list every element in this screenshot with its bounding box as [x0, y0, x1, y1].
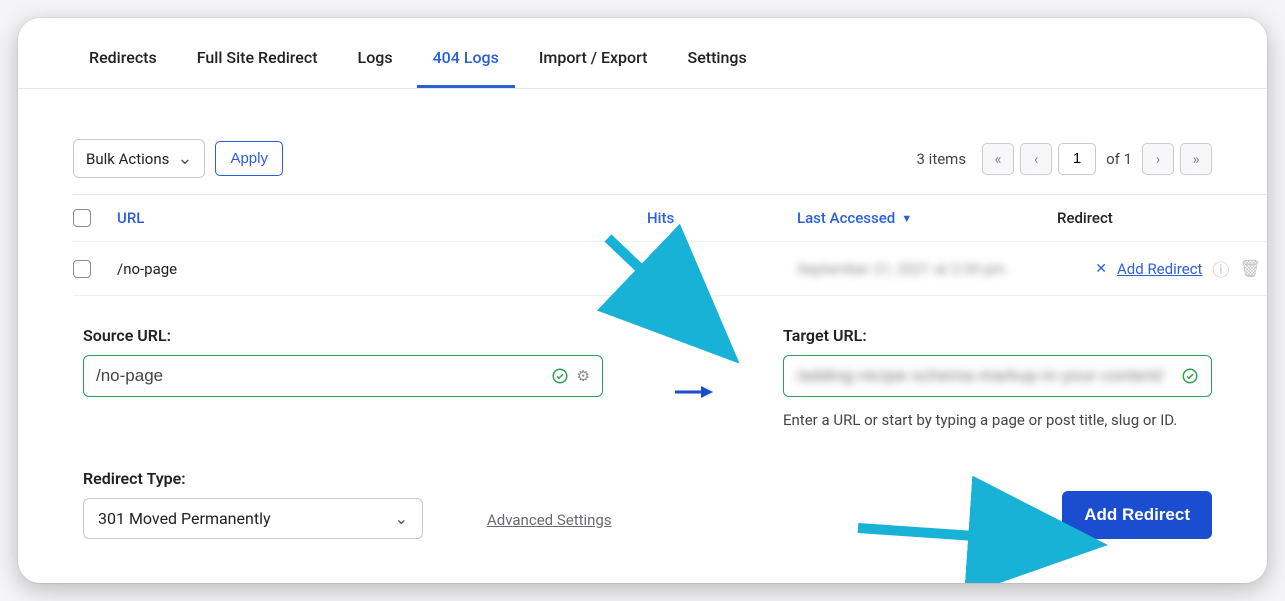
- redirect-type-group: Redirect Type: 301 Moved Permanently ⌄: [83, 469, 423, 539]
- bulk-actions-label: Bulk Actions: [86, 150, 169, 168]
- select-all-checkbox[interactable]: [73, 209, 91, 227]
- target-url-input[interactable]: [796, 366, 1181, 386]
- tab-404-logs[interactable]: 404 Logs: [417, 38, 515, 88]
- source-url-field[interactable]: ⚙: [83, 355, 603, 397]
- advanced-settings-link[interactable]: Advanced Settings: [487, 511, 612, 529]
- col-redirect: Redirect: [1057, 209, 1267, 227]
- cell-last-accessed: September 21, 2021 at 2:30 pm: [797, 260, 1057, 278]
- items-count: 3 items: [917, 150, 967, 168]
- table-header-row: URL Hits Last Accessed ▼ Redirect: [73, 195, 1267, 242]
- pager-page-input[interactable]: [1058, 143, 1096, 175]
- redirect-form: Source URL: ⚙ Target URL: Enter a URL or…: [18, 296, 1267, 449]
- tab-logs[interactable]: Logs: [342, 38, 409, 88]
- redirect-type-select[interactable]: 301 Moved Permanently ⌄: [83, 498, 423, 539]
- apply-button[interactable]: Apply: [215, 141, 283, 176]
- add-redirect-link[interactable]: Add Redirect: [1117, 260, 1202, 278]
- pager-next-button[interactable]: ›: [1142, 143, 1174, 175]
- gear-icon[interactable]: ⚙: [577, 367, 590, 385]
- bulk-actions-select[interactable]: Bulk Actions ⌄: [73, 139, 205, 178]
- pager: « ‹ of 1 › »: [982, 143, 1212, 175]
- toolbar-left: Bulk Actions ⌄ Apply: [73, 139, 283, 178]
- source-url-input[interactable]: [96, 366, 551, 386]
- check-circle-icon: [551, 367, 569, 385]
- cell-redirect-actions: ✕ Add Redirect ⓘ 🗑: [1057, 256, 1267, 281]
- add-redirect-button[interactable]: Add Redirect: [1062, 491, 1212, 539]
- redirect-type-label: Redirect Type:: [83, 469, 423, 488]
- info-icon[interactable]: ⓘ: [1212, 256, 1229, 281]
- source-url-group: Source URL: ⚙: [83, 326, 603, 397]
- tab-settings[interactable]: Settings: [672, 38, 763, 88]
- pager-prev-button[interactable]: ‹: [1020, 143, 1052, 175]
- cell-url: /no-page: [117, 260, 647, 278]
- col-hits[interactable]: Hits: [647, 209, 797, 227]
- redirect-type-row: Redirect Type: 301 Moved Permanently ⌄ A…: [18, 449, 1267, 559]
- redirect-type-value: 301 Moved Permanently: [98, 509, 271, 528]
- app-window: Redirects Full Site Redirect Logs 404 Lo…: [18, 18, 1267, 583]
- trash-icon[interactable]: 🗑: [1239, 259, 1261, 279]
- target-url-group: Target URL: Enter a URL or start by typi…: [783, 326, 1212, 429]
- tab-bar: Redirects Full Site Redirect Logs 404 Lo…: [18, 18, 1267, 89]
- toolbar-right: 3 items « ‹ of 1 › »: [917, 143, 1212, 175]
- tab-import-export[interactable]: Import / Export: [523, 38, 664, 88]
- target-url-helper: Enter a URL or start by typing a page or…: [783, 411, 1212, 429]
- pager-last-button[interactable]: »: [1180, 143, 1212, 175]
- toolbar: Bulk Actions ⌄ Apply 3 items « ‹ of 1 › …: [18, 89, 1267, 194]
- source-url-label: Source URL:: [83, 326, 603, 345]
- chevron-down-icon: ⌄: [395, 509, 408, 528]
- tab-redirects[interactable]: Redirects: [73, 38, 173, 88]
- target-url-field[interactable]: [783, 355, 1212, 397]
- arrow-right-icon: [613, 326, 773, 429]
- check-circle-icon: [1181, 367, 1199, 385]
- pager-total-label: of 1: [1102, 150, 1136, 168]
- chevron-down-icon: ⌄: [177, 148, 192, 169]
- shuffle-icon: ✕: [1095, 261, 1107, 277]
- row-checkbox[interactable]: [73, 260, 91, 278]
- cell-hits: 4: [647, 260, 797, 278]
- col-last-accessed-label: Last Accessed: [797, 209, 895, 227]
- target-url-label: Target URL:: [783, 326, 1212, 345]
- table-row: /no-page 4 September 21, 2021 at 2:30 pm…: [73, 242, 1267, 296]
- pager-first-button[interactable]: «: [982, 143, 1014, 175]
- col-url[interactable]: URL: [117, 209, 647, 227]
- sort-desc-icon: ▼: [901, 212, 912, 225]
- logs-table: URL Hits Last Accessed ▼ Redirect /no-pa…: [73, 194, 1267, 296]
- tab-fullsite[interactable]: Full Site Redirect: [181, 38, 334, 88]
- col-last-accessed[interactable]: Last Accessed ▼: [797, 209, 1057, 227]
